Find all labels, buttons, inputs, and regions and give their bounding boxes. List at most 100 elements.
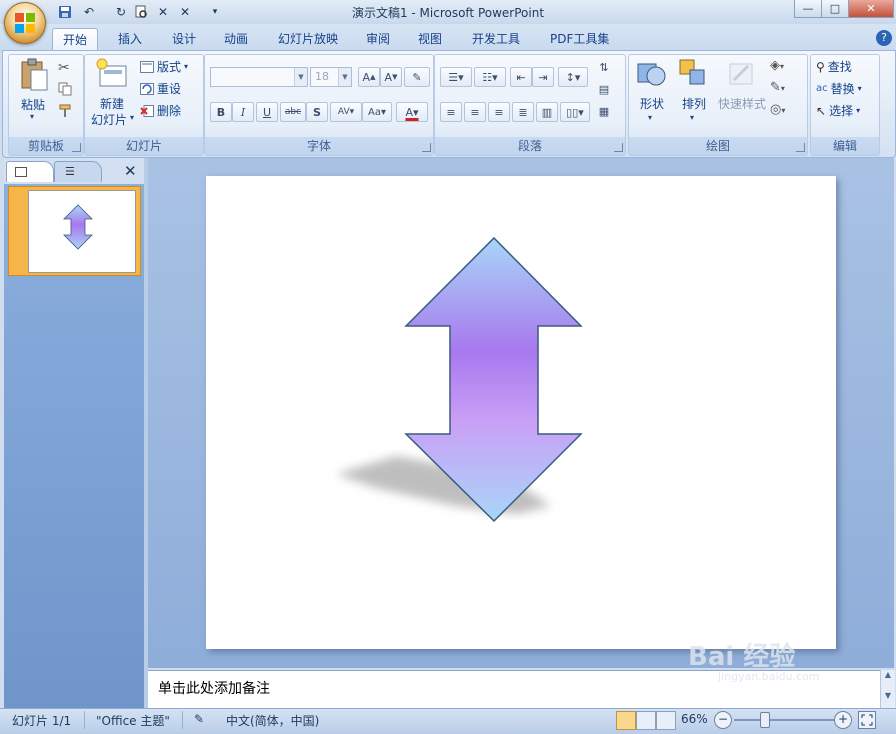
justify-icon[interactable]: ≣ xyxy=(512,102,534,122)
shape-fill-icon[interactable]: ◈▾ xyxy=(770,58,784,73)
replace-button[interactable]: ac 替换 ▾ xyxy=(816,80,862,97)
zoom-level[interactable]: 66% xyxy=(681,712,708,726)
chevron-down-icon[interactable]: ▼ xyxy=(294,68,307,86)
font-color-icon[interactable]: A▾ xyxy=(396,102,428,122)
underline-icon[interactable]: U xyxy=(256,102,278,122)
language-indicator[interactable]: 中文(简体，中国) xyxy=(226,712,319,729)
tab-design[interactable]: 设计 xyxy=(162,28,206,50)
slide-canvas[interactable] xyxy=(206,176,836,649)
arrange-label[interactable]: 排列 xyxy=(678,95,710,112)
slide-sorter-view-icon[interactable] xyxy=(636,711,656,730)
scroll-down-icon[interactable]: ▼ xyxy=(881,691,895,700)
shape-effects-icon[interactable]: ◎▾ xyxy=(770,102,785,117)
shapes-icon[interactable] xyxy=(636,58,668,90)
close-doc-icon[interactable]: ✕ xyxy=(154,3,172,21)
format-painter-icon[interactable] xyxy=(58,104,72,121)
delete-button[interactable]: 删除 xyxy=(140,102,181,119)
layout-button[interactable]: 版式 ▾ xyxy=(140,58,188,75)
minimize-button[interactable]: — xyxy=(794,0,822,18)
tab-outline-view[interactable]: ☰ xyxy=(54,161,102,182)
close-doc-icon-2[interactable]: ✕ xyxy=(176,3,194,21)
shape-outline-icon[interactable]: ✎▾ xyxy=(770,80,785,95)
office-button[interactable] xyxy=(4,2,46,44)
smartart-icon[interactable]: ▦ xyxy=(594,102,614,120)
align-center-icon[interactable]: ≡ xyxy=(464,102,486,122)
zoom-slider-thumb[interactable] xyxy=(760,712,770,728)
shrink-font-icon[interactable]: A ▼ xyxy=(380,67,402,87)
cut-icon[interactable]: ✂ xyxy=(58,60,70,76)
shapes-label[interactable]: 形状 xyxy=(636,95,668,112)
print-preview-icon[interactable] xyxy=(132,3,150,21)
align-right-icon[interactable]: ≡ xyxy=(488,102,510,122)
paste-icon[interactable] xyxy=(18,58,50,92)
increase-indent-icon[interactable]: ⇥ xyxy=(532,67,554,87)
text-direction-icon[interactable]: ⇅ xyxy=(594,58,614,76)
spell-check-icon[interactable]: ✎ xyxy=(194,712,204,726)
customize-qat-icon[interactable]: ▾ xyxy=(206,3,224,21)
align-left-icon[interactable]: ≡ xyxy=(440,102,462,122)
shapes-dropdown-icon[interactable]: ▾ xyxy=(648,113,652,122)
font-size-combo[interactable]: 18 ▼ xyxy=(310,67,352,87)
bullets-icon[interactable]: ☰▾ xyxy=(440,67,472,87)
undo-icon[interactable]: ↶ xyxy=(80,3,98,21)
close-panel-icon[interactable]: ✕ xyxy=(124,162,137,180)
arrange-icon[interactable] xyxy=(678,58,710,90)
char-spacing-icon[interactable]: AV▾ xyxy=(330,102,362,122)
tab-insert[interactable]: 插入 xyxy=(108,28,152,50)
arrange-dropdown-icon[interactable]: ▾ xyxy=(690,113,694,122)
grow-font-icon[interactable]: A ▲ xyxy=(358,67,380,87)
notes-placeholder[interactable]: 单击此处添加备注 xyxy=(158,678,270,698)
tab-developer[interactable]: 开发工具 xyxy=(462,28,530,50)
italic-icon[interactable]: I xyxy=(232,102,254,122)
theme-name[interactable]: "Office 主题" xyxy=(96,712,170,729)
slideshow-view-icon[interactable] xyxy=(656,711,676,730)
columns-icon[interactable]: ▯▯▾ xyxy=(560,102,590,122)
tab-animation[interactable]: 动画 xyxy=(214,28,258,50)
tab-review[interactable]: 审阅 xyxy=(356,28,400,50)
new-slide-label-2[interactable]: 幻灯片 xyxy=(88,111,130,128)
tab-view[interactable]: 视图 xyxy=(408,28,452,50)
decrease-indent-icon[interactable]: ⇤ xyxy=(510,67,532,87)
paste-dropdown-icon[interactable]: ▾ xyxy=(30,112,34,121)
bold-icon[interactable]: B xyxy=(210,102,232,122)
numbering-icon[interactable]: ☷▾ xyxy=(474,67,506,87)
drawing-launcher-icon[interactable] xyxy=(796,143,805,152)
close-button[interactable]: ✕ xyxy=(848,0,894,18)
zoom-slider-track[interactable] xyxy=(734,719,834,721)
new-slide-label-1[interactable]: 新建 xyxy=(92,95,132,112)
redo-icon[interactable]: ↻ xyxy=(112,3,130,21)
font-name-combo[interactable]: ▼ xyxy=(210,67,308,87)
font-launcher-icon[interactable] xyxy=(422,143,431,152)
find-button[interactable]: ⚲ 查找 xyxy=(816,58,852,75)
tab-pdf-tools[interactable]: PDF工具集 xyxy=(540,28,619,50)
chevron-down-icon[interactable]: ▼ xyxy=(338,68,351,86)
zoom-out-icon[interactable]: − xyxy=(714,711,732,729)
tab-slideshow[interactable]: 幻灯片放映 xyxy=(268,28,348,50)
paste-button-label[interactable]: 粘贴 xyxy=(14,96,52,113)
change-case-icon[interactable]: Aa▾ xyxy=(362,102,392,122)
slide-thumbnail[interactable] xyxy=(28,190,136,273)
copy-icon[interactable] xyxy=(58,82,72,99)
scroll-up-icon[interactable]: ▲ xyxy=(881,670,895,679)
quick-styles-label[interactable]: 快速样式 xyxy=(716,95,768,112)
zoom-in-icon[interactable]: + xyxy=(834,711,852,729)
select-button[interactable]: ↖ 选择 ▾ xyxy=(816,102,860,119)
fit-to-window-icon[interactable] xyxy=(858,711,876,729)
reset-button[interactable]: 重设 xyxy=(140,80,181,97)
clipboard-launcher-icon[interactable] xyxy=(72,143,81,152)
distributed-icon[interactable]: ▥ xyxy=(536,102,558,122)
save-icon[interactable] xyxy=(56,3,74,21)
line-spacing-icon[interactable]: ↕▾ xyxy=(558,67,588,87)
clear-format-icon[interactable]: ✎ xyxy=(404,67,430,87)
paragraph-launcher-icon[interactable] xyxy=(614,143,623,152)
tab-home[interactable]: 开始 xyxy=(52,28,99,51)
new-slide-dropdown-icon[interactable]: ▾ xyxy=(130,113,134,122)
maximize-button[interactable]: □ xyxy=(821,0,849,18)
tab-slides-view[interactable] xyxy=(6,161,54,182)
quick-styles-icon[interactable] xyxy=(726,58,758,90)
text-shadow-icon[interactable]: S xyxy=(306,102,328,122)
notes-scrollbar[interactable]: ▲ ▼ xyxy=(880,670,895,708)
help-icon[interactable]: ? xyxy=(876,30,892,46)
strikethrough-icon[interactable]: abc xyxy=(280,102,306,122)
align-text-icon[interactable]: ▤ xyxy=(594,80,614,98)
